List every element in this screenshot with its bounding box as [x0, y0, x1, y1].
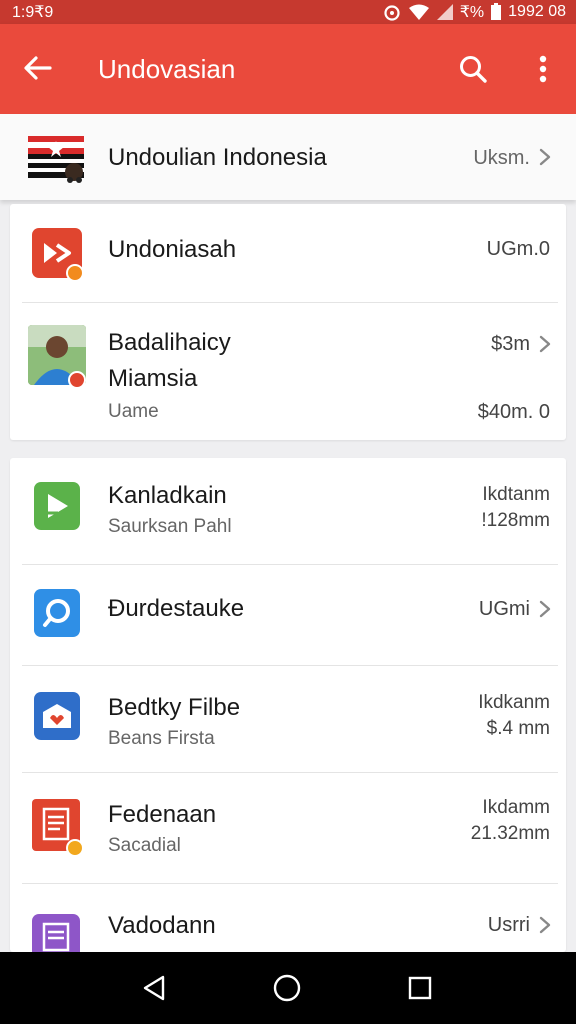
list-item[interactable]: Ɖurdestauke UGmi — [10, 565, 566, 665]
battery-icon — [491, 3, 502, 20]
list-item[interactable]: Badalihaicy Miamsia Uame $3m $40m. 0 — [10, 303, 566, 440]
wifi-icon — [408, 4, 429, 20]
mail-icon — [34, 692, 80, 740]
edit-icon — [34, 482, 80, 530]
header-row[interactable]: Undoulian Indonesia Uksm. — [0, 114, 576, 200]
back-button[interactable] — [18, 48, 58, 88]
item-title-line2: Miamsia — [108, 365, 198, 392]
item-meta: $3m — [491, 333, 530, 355]
item-title: Undoniasah — [108, 236, 237, 263]
list-card-1: Undoniasah UGm.0 Badalihaicy Miamsia Uam… — [10, 204, 566, 440]
item-meta: Ikdtanm — [482, 484, 550, 505]
status-time: 1:9₹9 — [12, 4, 54, 21]
more-vert-icon — [539, 55, 547, 83]
nav-back-icon — [143, 975, 165, 1001]
item-meta-secondary: $.4 mm — [486, 718, 550, 739]
search-icon — [460, 56, 487, 83]
system-nav-bar — [0, 952, 576, 1024]
chevron-right-icon — [539, 916, 551, 934]
item-title: Fedenaan — [108, 801, 217, 828]
list-item[interactable]: Undoniasah UGm.0 — [10, 204, 566, 302]
item-meta: Ikdkanm — [478, 692, 550, 713]
nav-back-button[interactable] — [136, 970, 172, 1006]
item-meta: Usrri — [487, 914, 530, 936]
status-badge — [68, 371, 86, 389]
item-subtitle: Uame — [108, 401, 159, 422]
star-badge-icon — [66, 264, 84, 282]
item-meta-secondary: !128mm — [481, 510, 550, 531]
chevron-right-icon — [539, 148, 551, 166]
notes-icon — [32, 914, 80, 952]
back-arrow-icon — [24, 56, 52, 80]
item-title-line1: Badalihaicy — [108, 329, 231, 356]
signal-icon — [436, 4, 453, 20]
item-title: Vadodann — [108, 912, 216, 939]
battery-percent: ₹% — [459, 4, 485, 21]
item-meta: UGm.0 — [486, 238, 550, 260]
nav-recents-button[interactable] — [402, 970, 438, 1006]
item-subtitle: Beans Firsta — [108, 728, 215, 749]
header-meta: Uksm. — [473, 147, 530, 169]
item-subtitle: Sacadial — [108, 835, 181, 856]
item-title: Ɖurdestauke — [108, 595, 245, 622]
app-bar: Undovasian — [0, 24, 576, 114]
flag-icon — [28, 136, 84, 183]
item-meta: Ikdamm — [482, 797, 550, 818]
search-circle-icon — [34, 589, 80, 637]
alarm-icon — [384, 5, 400, 21]
search-button[interactable] — [452, 48, 494, 90]
list-card-2: Kanladkain Saurksan Pahl Ikdtanm !128mm … — [10, 458, 566, 952]
item-meta: UGmi — [478, 598, 530, 620]
overflow-menu-button[interactable] — [526, 48, 560, 90]
list-item[interactable]: Bedtky Filbe Beans Firsta Ikdkanm $.4 mm — [10, 666, 566, 772]
item-subtitle: Saurksan Pahl — [108, 516, 232, 537]
nav-home-button[interactable] — [269, 970, 305, 1006]
list-item[interactable]: Kanladkain Saurksan Pahl Ikdtanm !128mm — [10, 458, 566, 564]
item-title: Bedtky Filbe — [108, 694, 241, 721]
star-badge-icon — [66, 839, 84, 857]
status-bar: 1:9₹9 ₹% 1992 08 — [0, 0, 576, 24]
status-clock: 1992 08 — [508, 3, 566, 20]
item-meta-secondary: 21.32mm — [470, 823, 550, 844]
header-title: Undoulian Indonesia — [108, 144, 327, 171]
chevron-right-icon — [539, 600, 551, 618]
list-item[interactable]: Vadodann Usrri — [10, 884, 566, 952]
status-icons: ₹% 1992 08 — [382, 2, 566, 22]
nav-recents-icon — [408, 976, 432, 1000]
item-title: Kanladkain — [108, 482, 227, 509]
page-title: Undovasian — [98, 54, 236, 84]
list-item[interactable]: Fedenaan Sacadial Ikdamm 21.32mm — [10, 773, 566, 883]
nav-home-icon — [273, 974, 301, 1002]
chevron-right-icon — [539, 335, 551, 353]
item-meta-secondary: $40m. 0 — [477, 401, 550, 423]
